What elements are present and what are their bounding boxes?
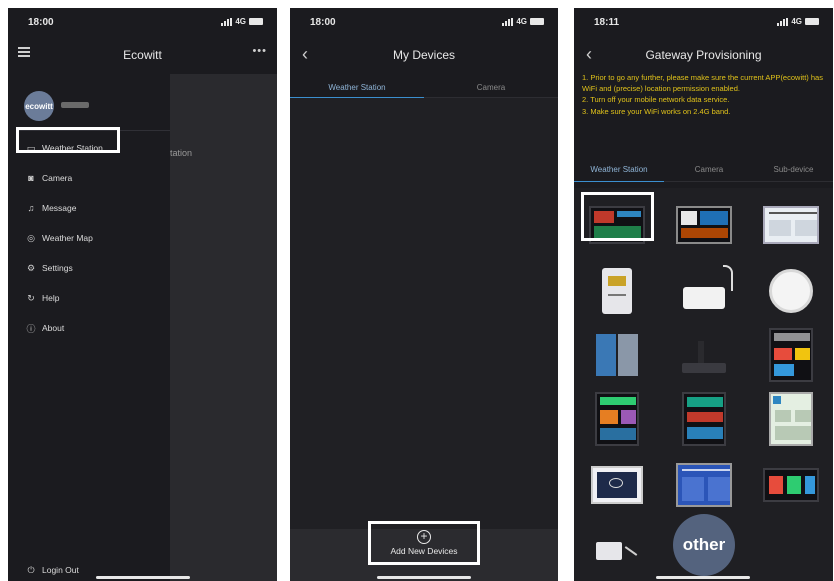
app-header: ‹ My Devices xyxy=(290,36,558,74)
device-console-3[interactable] xyxy=(758,198,824,252)
add-button-label: Add New Devices xyxy=(390,546,458,556)
info-icon: ⓘ xyxy=(26,323,36,334)
highlight-box xyxy=(16,127,120,153)
tab-camera[interactable]: Camera xyxy=(664,165,754,174)
menu-item-camera[interactable]: ◙ Camera xyxy=(8,166,170,190)
background-text: tation xyxy=(170,148,193,158)
phone-screen-my-devices: 18:00 4G ‹ My Devices Weather Station Ca… xyxy=(290,8,558,581)
power-icon: ⏻ xyxy=(27,564,35,575)
signal-icon xyxy=(777,17,789,26)
phone-screen-menu: 18:00 4G Ecowitt ••• tation ecowitt ▭ We… xyxy=(8,8,277,581)
device-split-unit[interactable] xyxy=(584,328,650,382)
network-type: 4G xyxy=(791,17,802,26)
other-label: other xyxy=(673,514,735,576)
status-bar: 18:11 4G xyxy=(574,8,833,36)
menu-item-message[interactable]: ♫ Message xyxy=(8,196,170,220)
tab-weather-station[interactable]: Weather Station xyxy=(290,83,424,92)
app-header: Ecowitt ••• xyxy=(8,36,277,74)
status-time: 18:11 xyxy=(594,17,620,28)
device-camera-module[interactable] xyxy=(584,524,650,578)
battery-icon xyxy=(805,18,819,25)
tab-bar: Weather Station Camera Sub-device xyxy=(574,160,833,182)
menu-item-about[interactable]: ⓘ About xyxy=(8,316,170,340)
battery-icon xyxy=(249,18,263,25)
map-icon: ◎ xyxy=(27,232,35,243)
bell-icon: ♫ xyxy=(27,203,35,213)
menu-item-label: Message xyxy=(42,203,77,213)
tab-camera[interactable]: Camera xyxy=(424,83,558,92)
app-header: ‹ Gateway Provisioning xyxy=(574,36,833,74)
status-bar: 18:00 4G xyxy=(8,8,277,36)
signal-icon xyxy=(502,17,514,26)
provisioning-notice: 1. Prior to go any further, please make … xyxy=(582,73,823,116)
app-title: Ecowitt xyxy=(123,48,162,62)
add-new-devices-button[interactable]: + Add New Devices xyxy=(368,521,480,565)
device-wifi-gateway[interactable] xyxy=(671,264,737,318)
page-title: Gateway Provisioning xyxy=(645,48,762,62)
device-list-empty xyxy=(290,98,558,529)
status-time: 18:00 xyxy=(310,17,336,28)
device-grid: other xyxy=(574,188,833,581)
home-indicator xyxy=(96,576,190,579)
status-signal: 4G xyxy=(777,17,819,26)
menu-item-label: Camera xyxy=(42,173,73,183)
device-white-display[interactable] xyxy=(758,392,824,446)
battery-icon xyxy=(530,18,544,25)
menu-item-weather-map[interactable]: ◎ Weather Map xyxy=(8,226,170,250)
gear-icon: ⚙ xyxy=(26,262,36,273)
device-base-station[interactable] xyxy=(671,328,737,382)
status-bar: 18:00 4G xyxy=(290,8,558,36)
page-title: My Devices xyxy=(392,48,455,62)
highlight-box xyxy=(581,192,654,241)
menu-item-help[interactable]: ↻ Help xyxy=(8,286,170,310)
plus-circle-icon: + xyxy=(417,530,431,544)
device-color-display-1[interactable] xyxy=(758,328,824,382)
tab-weather-station[interactable]: Weather Station xyxy=(574,165,664,174)
device-white-console[interactable] xyxy=(584,458,650,512)
more-options-icon[interactable]: ••• xyxy=(252,45,267,57)
home-indicator xyxy=(377,576,471,579)
logout-label: Login Out xyxy=(42,565,79,575)
status-signal: 4G xyxy=(502,17,544,26)
device-color-display-2[interactable] xyxy=(584,392,650,446)
home-indicator xyxy=(656,576,750,579)
menu-item-label: Weather Map xyxy=(42,233,93,243)
status-signal: 4G xyxy=(221,17,263,26)
avatar[interactable]: ecowitt xyxy=(24,91,54,121)
help-icon: ↻ xyxy=(27,292,35,303)
tab-sub-device[interactable]: Sub-device xyxy=(754,165,833,174)
menu-item-settings[interactable]: ⚙ Settings xyxy=(8,256,170,280)
tab-active-indicator xyxy=(574,181,664,182)
menu-item-label: About xyxy=(42,323,65,333)
camera-icon: ◙ xyxy=(28,173,34,183)
network-type: 4G xyxy=(235,17,246,26)
status-time: 18:00 xyxy=(28,17,54,28)
username-blurred xyxy=(61,102,89,108)
device-dark-console[interactable] xyxy=(758,458,824,512)
main-content-overlay[interactable]: tation xyxy=(170,74,277,581)
network-type: 4G xyxy=(516,17,527,26)
device-console-2[interactable] xyxy=(671,198,737,252)
menu-item-label: Settings xyxy=(42,263,73,273)
tab-bar: Weather Station Camera xyxy=(290,78,558,98)
device-gateway-box[interactable] xyxy=(584,264,650,318)
device-blue-display[interactable] xyxy=(671,458,737,512)
menu-item-label: Help xyxy=(42,293,60,303)
device-color-display-3[interactable] xyxy=(671,392,737,446)
signal-icon xyxy=(221,17,233,26)
phone-screen-gateway-provisioning: 18:11 4G ‹ Gateway Provisioning 1. Prior… xyxy=(574,8,833,581)
other-devices-button[interactable]: other xyxy=(671,514,737,576)
device-round-sensor[interactable] xyxy=(758,264,824,318)
